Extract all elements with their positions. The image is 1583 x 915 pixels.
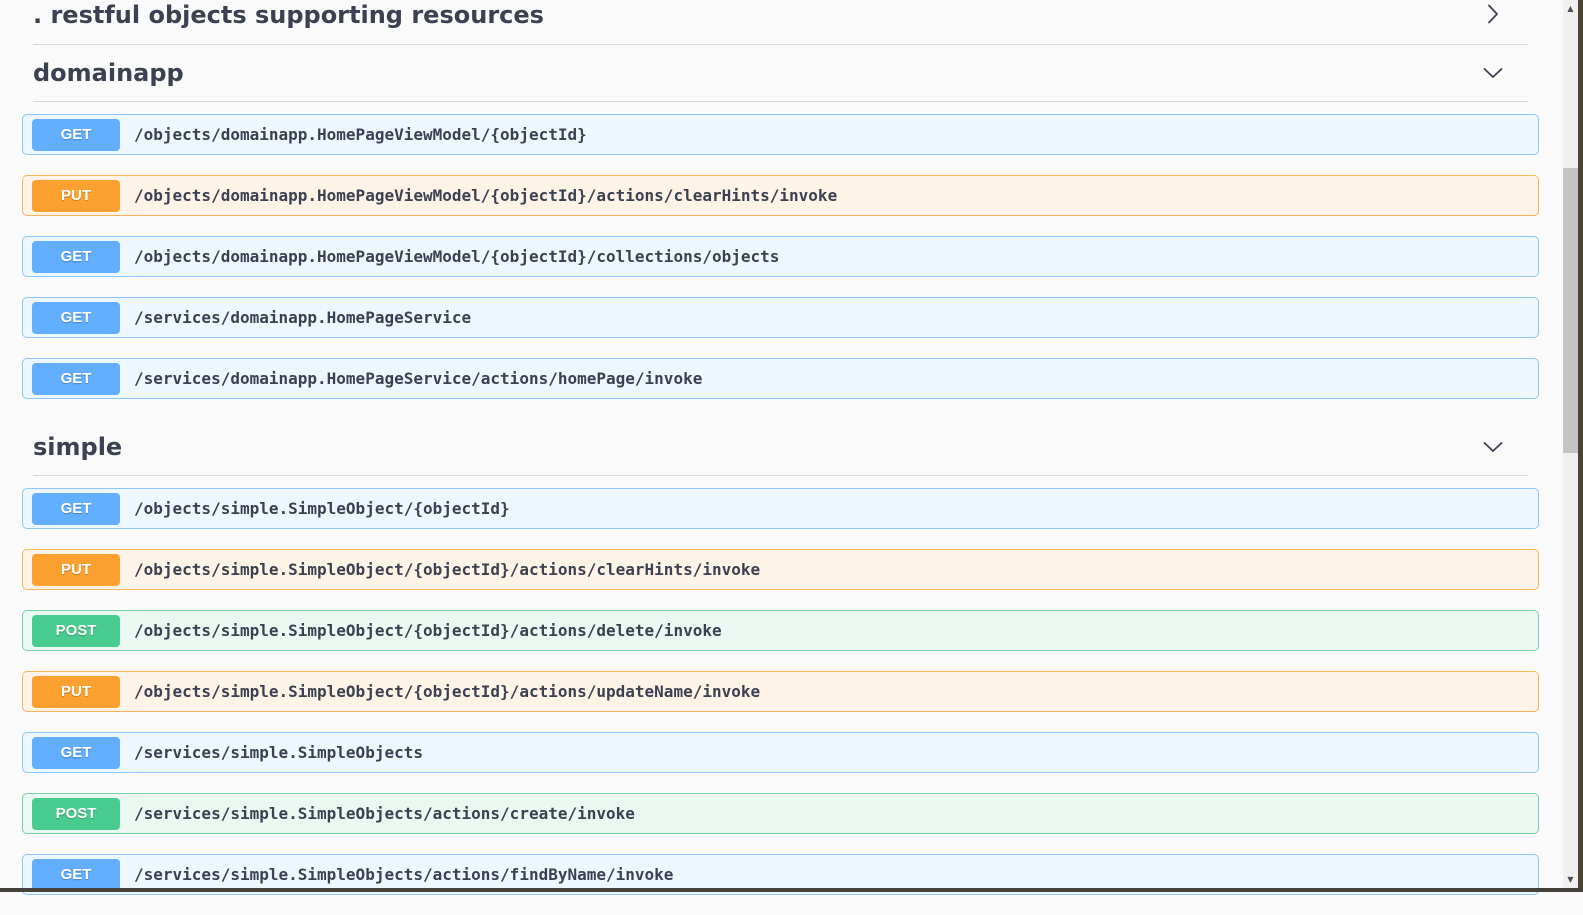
- endpoint-path: /objects/simple.SimpleObject/{objectId}/…: [134, 682, 760, 701]
- api-doc-content: . restful objects supporting resources d…: [0, 0, 1561, 915]
- window-right-border: [1578, 0, 1583, 892]
- tag-sections: . restful objects supporting resources d…: [0, 0, 1561, 895]
- http-method-badge: GET: [32, 241, 120, 273]
- tag-section-title: . restful objects supporting resources: [33, 0, 544, 30]
- endpoint-path: /services/domainapp.HomePageService: [134, 308, 471, 327]
- scroll-up-icon[interactable]: ▲: [1563, 0, 1578, 17]
- window-bottom-border: [0, 888, 1583, 892]
- endpoint-row[interactable]: GET /objects/domainapp.HomePageViewModel…: [22, 236, 1539, 277]
- endpoint-row[interactable]: PUT /objects/simple.SimpleObject/{object…: [22, 549, 1539, 590]
- endpoint-path: /objects/domainapp.HomePageViewModel/{ob…: [134, 125, 587, 144]
- endpoint-path: /objects/simple.SimpleObject/{objectId}: [134, 499, 510, 518]
- http-method-badge: GET: [32, 859, 120, 891]
- endpoint-row[interactable]: POST /services/simple.SimpleObjects/acti…: [22, 793, 1539, 834]
- endpoint-row[interactable]: GET /services/simple.SimpleObjects: [22, 732, 1539, 773]
- tag-section-header-domainapp[interactable]: domainapp: [33, 45, 1528, 102]
- endpoint-row[interactable]: GET /services/domainapp.HomePageService: [22, 297, 1539, 338]
- http-method-badge: GET: [32, 119, 120, 151]
- endpoint-row[interactable]: PUT /objects/simple.SimpleObject/{object…: [22, 671, 1539, 712]
- http-method-badge: GET: [32, 363, 120, 395]
- http-method-badge: GET: [32, 302, 120, 334]
- http-method-badge: PUT: [32, 180, 120, 212]
- endpoint-path: /services/simple.SimpleObjects/actions/c…: [134, 804, 635, 823]
- http-method-badge: PUT: [32, 676, 120, 708]
- scrollbar-thumb[interactable]: [1563, 168, 1578, 453]
- endpoint-path: /services/domainapp.HomePageService/acti…: [134, 369, 702, 388]
- tag-section: domainapp GET /objects/domainapp.HomePag…: [22, 45, 1539, 399]
- endpoint-path: /services/simple.SimpleObjects/actions/f…: [134, 865, 673, 884]
- tag-section: . restful objects supporting resources: [22, 0, 1539, 45]
- http-method-badge: PUT: [32, 554, 120, 586]
- endpoint-row[interactable]: GET /objects/domainapp.HomePageViewModel…: [22, 114, 1539, 155]
- tag-section: simple GET /objects/simple.SimpleObject/…: [22, 419, 1539, 895]
- endpoint-row[interactable]: GET /objects/simple.SimpleObject/{object…: [22, 488, 1539, 529]
- http-method-badge: POST: [32, 798, 120, 830]
- endpoint-path: /objects/domainapp.HomePageViewModel/{ob…: [134, 247, 779, 266]
- tag-section-title: domainapp: [33, 58, 184, 88]
- tag-section-header-simple[interactable]: simple: [33, 419, 1528, 476]
- endpoint-path: /objects/domainapp.HomePageViewModel/{ob…: [134, 186, 837, 205]
- endpoint-path: /objects/simple.SimpleObject/{objectId}/…: [134, 560, 760, 579]
- http-method-badge: GET: [32, 737, 120, 769]
- endpoint-path: /services/simple.SimpleObjects: [134, 743, 423, 762]
- chevron-down-icon[interactable]: [1480, 434, 1506, 460]
- endpoint-list: GET /objects/domainapp.HomePageViewModel…: [22, 102, 1539, 399]
- endpoint-row[interactable]: POST /objects/simple.SimpleObject/{objec…: [22, 610, 1539, 651]
- scroll-down-icon[interactable]: ▼: [1563, 871, 1578, 888]
- http-method-badge: GET: [32, 493, 120, 525]
- vertical-scrollbar[interactable]: ▲ ▼: [1563, 0, 1578, 888]
- chevron-right-icon[interactable]: [1480, 1, 1506, 27]
- tag-section-title: simple: [33, 432, 122, 462]
- endpoint-list: GET /objects/simple.SimpleObject/{object…: [22, 476, 1539, 895]
- tag-section-header-restfulobjectssupportingresources[interactable]: . restful objects supporting resources: [33, 0, 1528, 45]
- endpoint-path: /objects/simple.SimpleObject/{objectId}/…: [134, 621, 722, 640]
- endpoint-row[interactable]: PUT /objects/domainapp.HomePageViewModel…: [22, 175, 1539, 216]
- http-method-badge: POST: [32, 615, 120, 647]
- chevron-down-icon[interactable]: [1480, 60, 1506, 86]
- endpoint-row[interactable]: GET /services/domainapp.HomePageService/…: [22, 358, 1539, 399]
